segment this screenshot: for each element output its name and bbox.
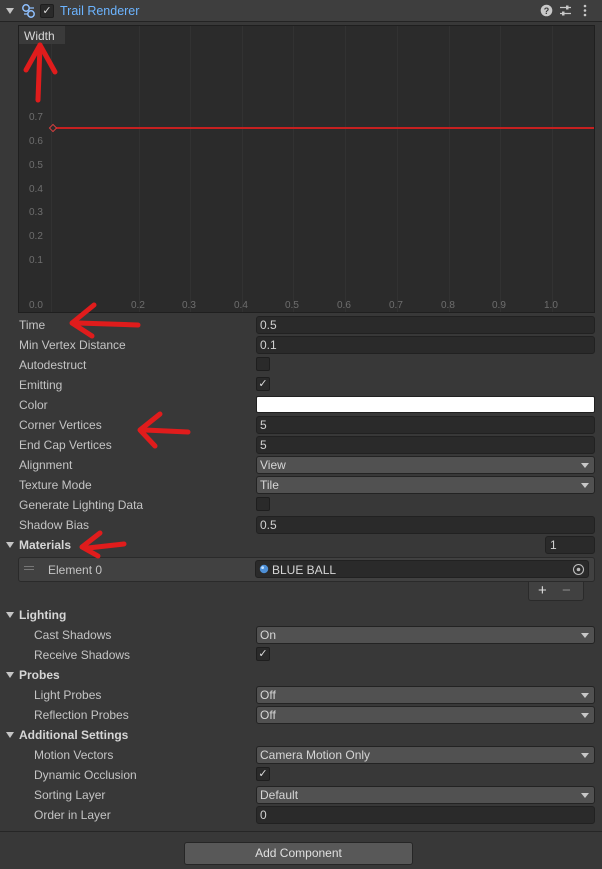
annotation-arrow-corner <box>142 427 191 435</box>
annotation-arrows <box>23 42 191 559</box>
annotation-arrow-time <box>75 320 141 328</box>
annotation-arrow-up <box>35 42 43 103</box>
annotation-arrow-materials <box>85 541 127 551</box>
